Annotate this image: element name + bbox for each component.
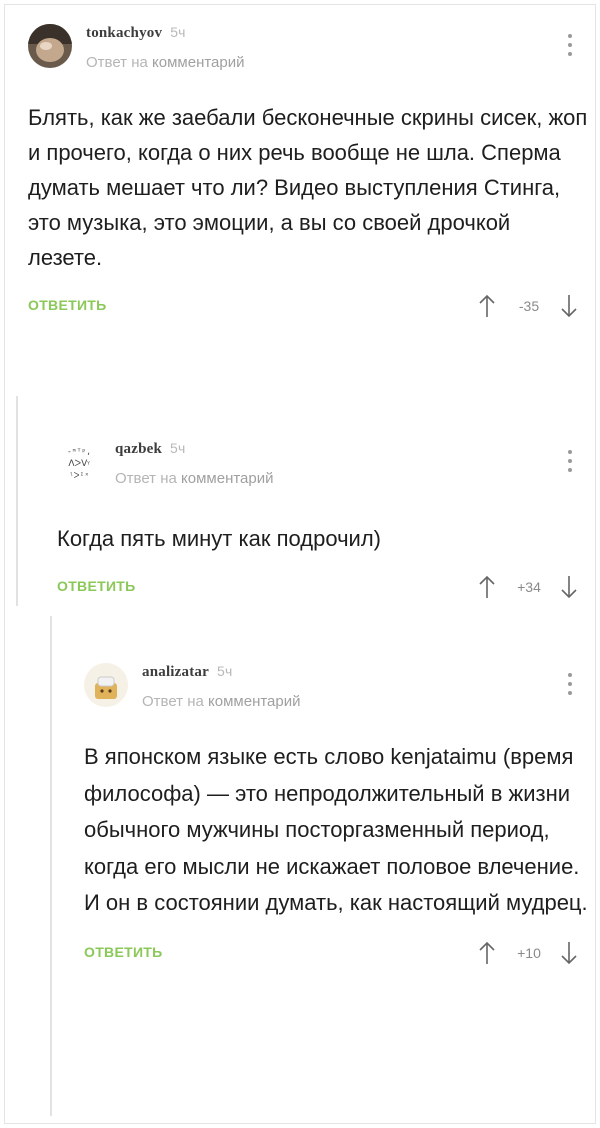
comment-text: Блять, как же заебали бесконечные скрины… — [28, 105, 588, 270]
username[interactable]: analizatar 5ч — [142, 663, 232, 681]
arrow-down-icon[interactable] — [560, 293, 578, 319]
svg-text:-ᵐᵀᵖ,: -ᵐᵀᵖ, — [67, 447, 91, 456]
reply-button[interactable]: ОТВЕТИТЬ — [28, 297, 107, 313]
vote-control: +10 — [478, 938, 578, 968]
avatar[interactable]: -ᵐᵀᵖ, ᐱᐳᐯᵞ ˡᐳᴵˣ — [57, 440, 101, 484]
comment: analizatar 5ч Ответ на комментарий В япон… — [84, 655, 588, 968]
svg-text:ˡᐳᴵˣ: ˡᐳᴵˣ — [69, 471, 89, 480]
more-icon[interactable] — [566, 34, 574, 60]
username[interactable]: qazbek 5ч — [115, 440, 186, 458]
comment: -ᵐᵀᵖ, ᐱᐳᐯᵞ ˡᐳᴵˣ qazbek 5ч Ответ на коммен… — [57, 432, 588, 602]
arrow-down-icon[interactable] — [560, 940, 578, 966]
timestamp: 5ч — [170, 24, 186, 40]
thread-line[interactable] — [50, 616, 52, 1116]
vote-control: +34 — [478, 572, 578, 602]
vote-score: -35 — [518, 298, 540, 314]
username[interactable]: tonkachyov 5ч — [86, 24, 186, 42]
more-icon[interactable] — [566, 450, 574, 476]
comment-header: analizatar 5ч Ответ на комментарий — [84, 655, 588, 713]
reply-button[interactable]: ОТВЕТИТЬ — [57, 578, 136, 594]
vote-score: +34 — [517, 579, 541, 595]
vote-score: +10 — [517, 944, 541, 961]
comment-text: В японском языке есть слово kenjataimu (… — [84, 744, 588, 915]
svg-text:ᐱᐳᐯᵞ: ᐱᐳᐯᵞ — [68, 459, 90, 469]
reply-to-line: Ответ на комментарий — [86, 54, 245, 71]
reply-to-line: Ответ на комментарий — [115, 470, 274, 487]
timestamp: 5ч — [170, 440, 186, 456]
comment-text: Когда пять минут как подрочил) — [57, 526, 381, 551]
avatar-image-icon — [28, 24, 72, 68]
arrow-down-icon[interactable] — [560, 574, 578, 600]
timestamp: 5ч — [217, 663, 233, 679]
reply-to-line: Ответ на комментарий — [142, 693, 301, 710]
comment-header: tonkachyov 5ч Ответ на комментарий — [28, 16, 588, 74]
vote-control: -35 — [478, 291, 578, 321]
reply-button[interactable]: ОТВЕТИТЬ — [84, 944, 163, 960]
arrow-up-icon[interactable] — [478, 940, 496, 966]
avatar-image-icon — [84, 663, 128, 707]
reply-to-link[interactable]: комментарий — [152, 54, 244, 71]
more-icon[interactable] — [566, 673, 574, 699]
comment-actions: ОТВЕТИТЬ -35 — [28, 291, 588, 321]
avatar-image-icon: -ᵐᵀᵖ, ᐱᐳᐯᵞ ˡᐳᴵˣ — [57, 440, 101, 484]
avatar[interactable] — [28, 24, 72, 68]
comment-actions: ОТВЕТИТЬ +10 — [84, 938, 588, 968]
arrow-up-icon[interactable] — [478, 574, 496, 600]
reply-to-link[interactable]: комментарий — [181, 470, 273, 487]
comment-header: -ᵐᵀᵖ, ᐱᐳᐯᵞ ˡᐳᴵˣ qazbek 5ч Ответ на коммен… — [57, 432, 588, 490]
thread-line[interactable] — [16, 396, 18, 606]
comment-actions: ОТВЕТИТЬ +34 — [57, 572, 588, 602]
arrow-up-icon[interactable] — [478, 293, 496, 319]
comment: tonkachyov 5ч Ответ на комментарий Блять,… — [28, 16, 588, 321]
reply-to-link[interactable]: комментарий — [208, 693, 300, 710]
avatar[interactable] — [84, 663, 128, 707]
